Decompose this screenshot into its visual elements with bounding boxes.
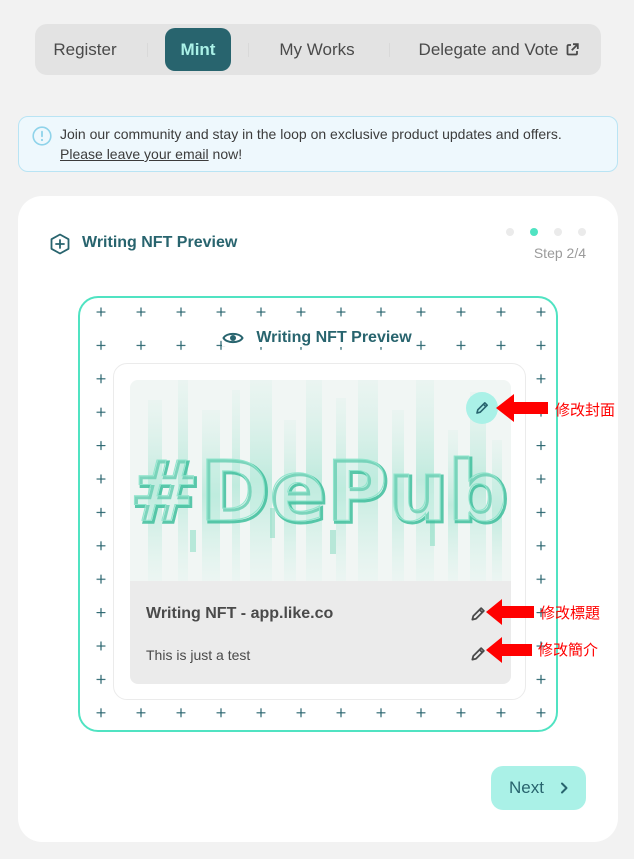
tab-delegate-label: Delegate and Vote: [418, 39, 559, 59]
plus-hexagon-icon: [49, 233, 71, 260]
step-dot: [578, 228, 586, 236]
community-banner: Join our community and stay in the loop …: [18, 116, 618, 172]
nft-meta: Writing NFT - app.like.co This is just a…: [130, 581, 511, 684]
next-label: Next: [509, 778, 544, 797]
tab-my-works-label: My Works: [279, 39, 355, 59]
tab-my-works[interactable]: My Works: [267, 28, 367, 71]
arrow-left-icon: [496, 394, 548, 422]
pencil-icon: [474, 400, 490, 416]
preview-title: Writing NFT Preview: [254, 329, 414, 347]
step-dot-active: [530, 228, 538, 236]
chevron-right-icon: [560, 782, 568, 794]
tab-register-label: Register: [53, 39, 117, 59]
banner-text: Join our community and stay in the loop …: [60, 126, 562, 142]
tab-delegate-and-vote[interactable]: Delegate and Vote: [409, 28, 589, 71]
banner-line2: Please leave your email now!: [60, 146, 242, 162]
card-title: Writing NFT Preview: [82, 234, 238, 251]
nft-preview-frame: Writing NFT Preview #DePub #DePub Writin…: [78, 296, 558, 732]
step-label: Step 2/4: [533, 245, 586, 261]
nft-description: This is just a test: [146, 647, 251, 663]
tab-register[interactable]: Register: [41, 28, 129, 71]
nav-tabs: Register Mint My Works Delegate and Vote: [35, 24, 601, 75]
leave-email-link[interactable]: Please leave your email: [60, 146, 209, 162]
cover-text-shadow: #DePub: [130, 442, 507, 540]
step-dot: [506, 228, 514, 236]
tab-mint[interactable]: Mint: [165, 28, 231, 71]
tab-divider: [147, 43, 148, 57]
nft-cover-image: #DePub #DePub: [130, 380, 511, 581]
step-dot: [554, 228, 562, 236]
tab-mint-label: Mint: [180, 39, 216, 59]
arrow-left-icon: [486, 599, 534, 625]
next-button[interactable]: Next: [491, 766, 586, 810]
arrow-left-icon: [486, 637, 532, 663]
nft-title: Writing NFT - app.like.co: [146, 605, 334, 622]
nft-card: #DePub #DePub Writing NFT - app.like.co: [113, 363, 526, 700]
external-link-icon: [566, 43, 580, 56]
tab-divider: [248, 43, 249, 57]
preview-heading: Writing NFT Preview: [80, 329, 556, 347]
depub-cover-art: #DePub #DePub: [130, 380, 511, 581]
info-icon: [32, 126, 52, 151]
step-indicator: [506, 228, 586, 236]
banner-suffix: now!: [208, 146, 243, 162]
mint-card: Writing NFT Preview Step 2/4 Writing NFT…: [18, 196, 618, 842]
tab-divider: [389, 43, 390, 57]
annotation-edit-title: 修改標題: [540, 604, 601, 622]
eye-icon: [222, 330, 245, 346]
annotation-edit-cover: 修改封面: [555, 401, 616, 419]
annotation-edit-description: 修改簡介: [538, 641, 599, 659]
